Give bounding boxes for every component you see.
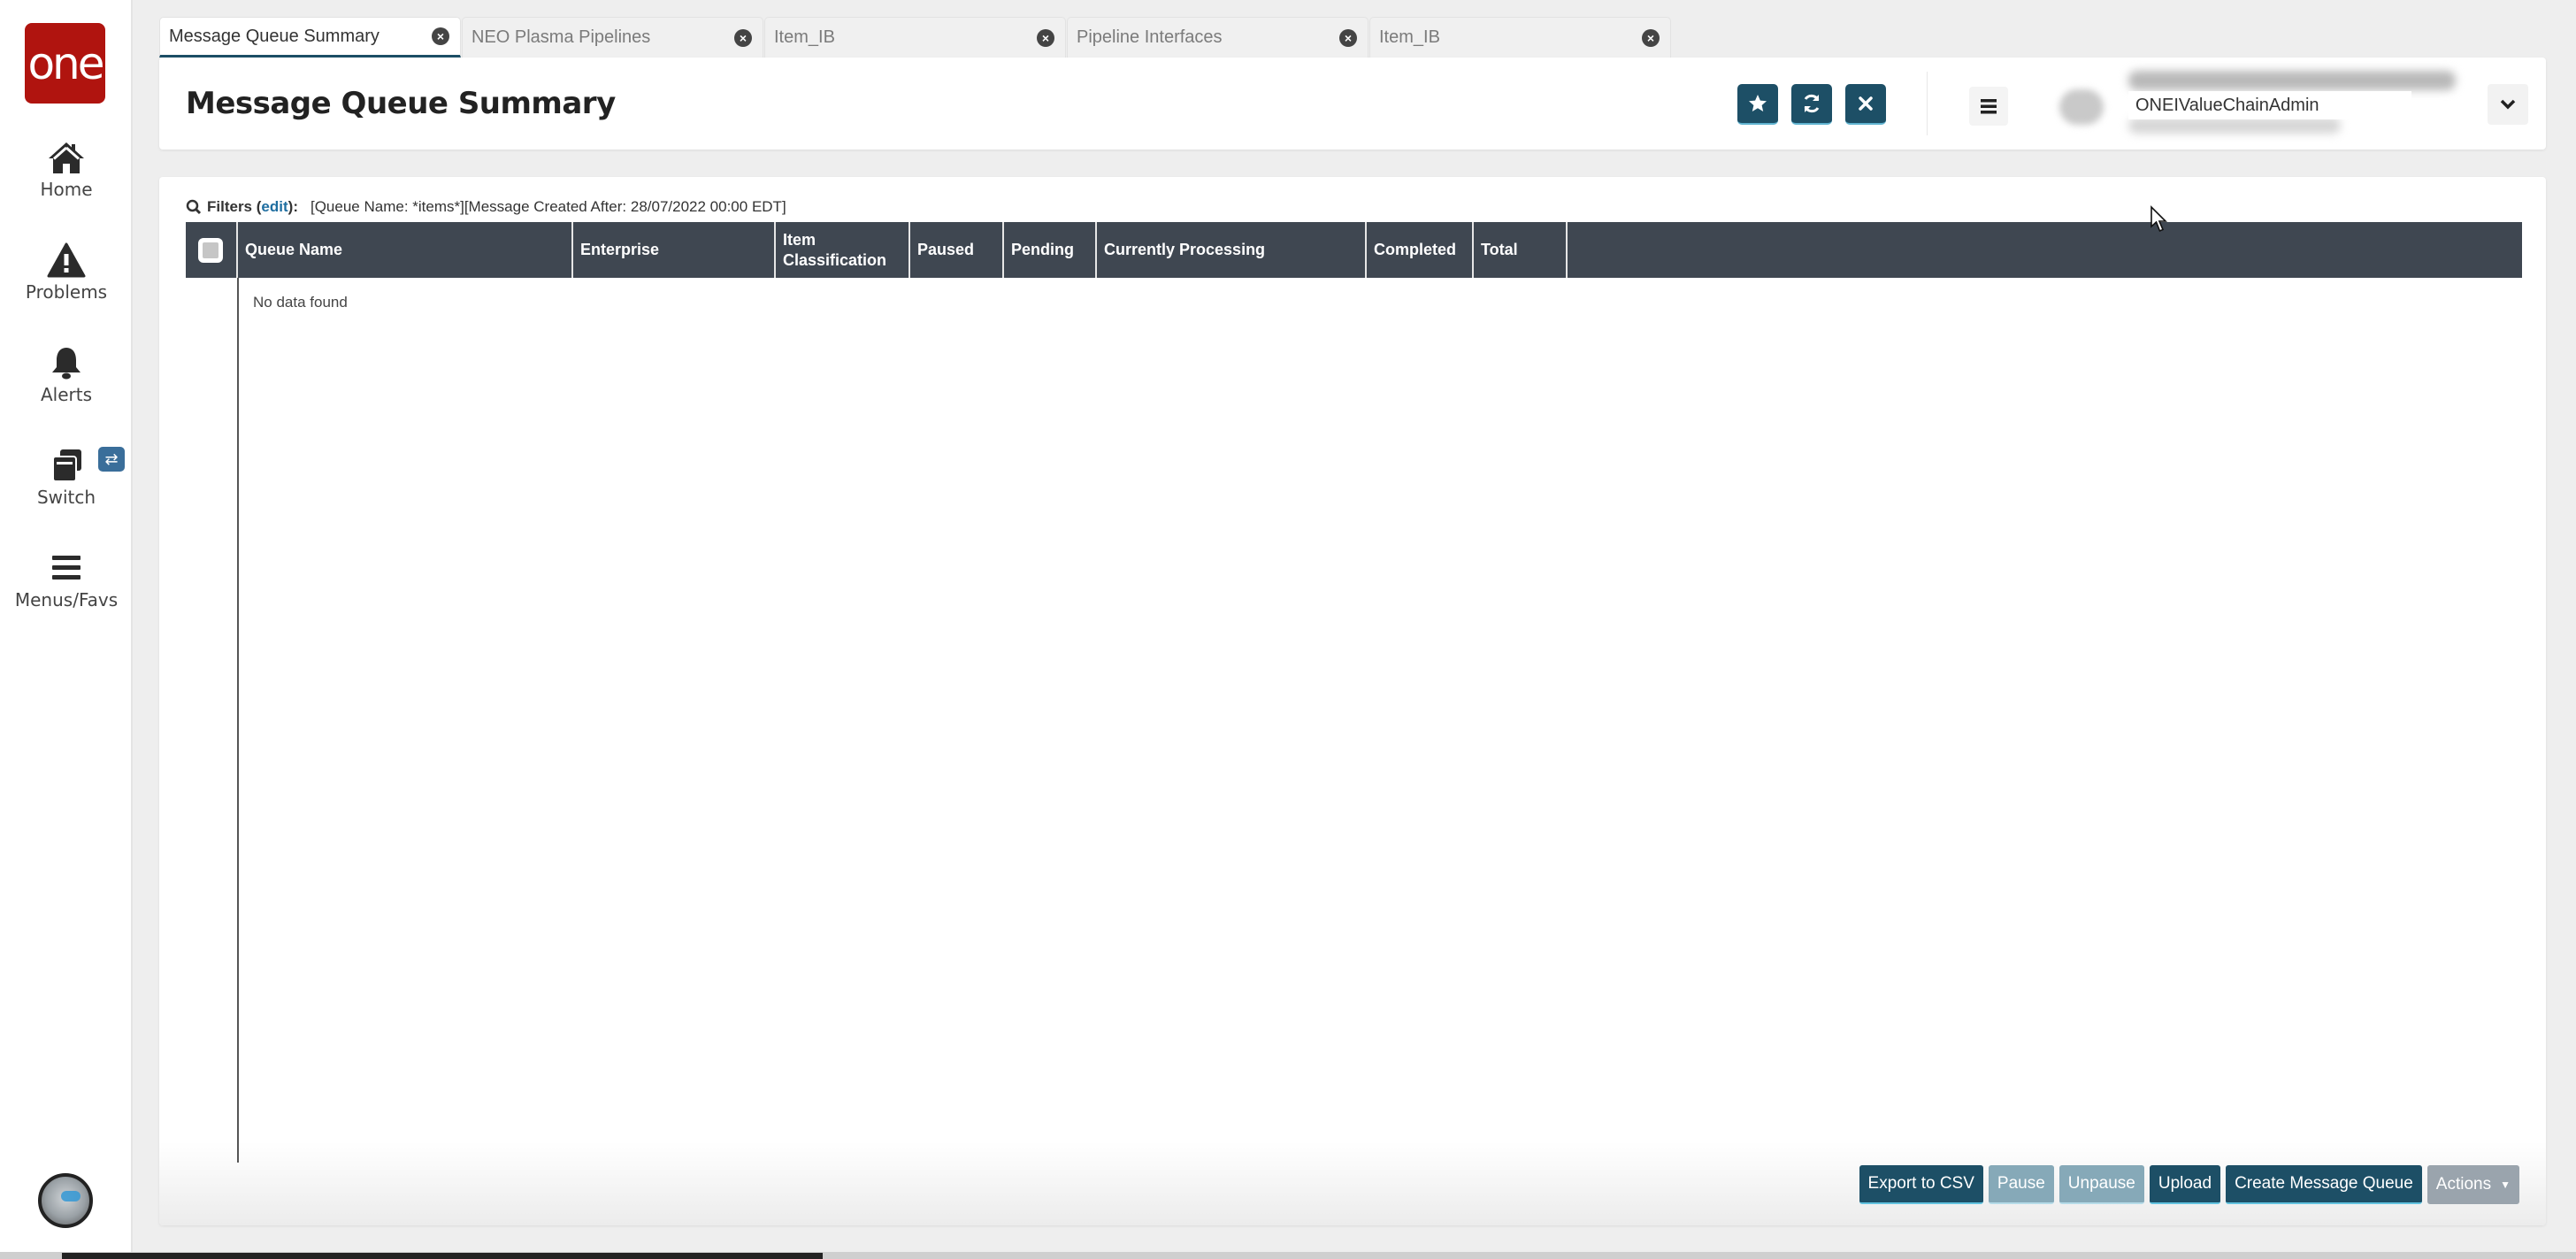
close-tab-icon[interactable]: × — [734, 28, 752, 47]
header-divider — [1927, 72, 1928, 135]
user-info-redacted — [2128, 118, 2341, 134]
tab-neo-plasma-pipelines[interactable]: NEO Plasma Pipelines × — [462, 17, 763, 58]
window-bottom-bar — [0, 1252, 2576, 1259]
pause-button[interactable]: Pause — [1988, 1165, 2054, 1204]
mouse-cursor-icon — [2150, 205, 2167, 233]
page-menu-button[interactable] — [1969, 87, 2008, 126]
tab-message-queue-summary[interactable]: Message Queue Summary × — [159, 17, 461, 58]
tab-pipeline-interfaces[interactable]: Pipeline Interfaces × — [1067, 17, 1368, 58]
chevron-down-icon — [2500, 99, 2516, 110]
one-logo[interactable]: one — [25, 23, 105, 104]
grid-row-divider — [237, 278, 239, 1163]
column-header-completed[interactable]: Completed — [1367, 222, 1474, 278]
sidebar-item-home[interactable]: Home — [0, 138, 133, 200]
star-icon — [1749, 95, 1767, 111]
column-header-item-classification[interactable]: Item Classification — [776, 222, 910, 278]
empty-grid-message: No data found — [253, 294, 348, 311]
column-header-currently-processing[interactable]: Currently Processing — [1097, 222, 1367, 278]
user-info-redacted — [2128, 71, 2456, 90]
tab-bar: Message Queue Summary × NEO Plasma Pipel… — [159, 17, 1672, 58]
search-icon — [186, 199, 202, 215]
edit-filters-link[interactable]: edit — [261, 198, 288, 215]
assistant-avatar-icon[interactable] — [38, 1173, 93, 1228]
tab-label: Pipeline Interfaces — [1077, 27, 1223, 47]
tab-item-ib-2[interactable]: Item_IB × — [1369, 17, 1671, 58]
refresh-icon — [1804, 94, 1820, 113]
column-header-enterprise[interactable]: Enterprise — [573, 222, 776, 278]
hamburger-icon — [52, 556, 80, 580]
actions-menu-button[interactable]: Actions ▼ — [2426, 1165, 2519, 1204]
tab-label: NEO Plasma Pipelines — [472, 27, 651, 47]
close-tab-icon[interactable]: × — [1037, 28, 1054, 47]
swap-arrows-icon[interactable]: ⇄ — [98, 447, 125, 472]
switch-icon — [52, 449, 81, 482]
sidebar-label: Menus/Favs — [14, 589, 119, 610]
column-header-total[interactable]: Total — [1474, 222, 1568, 278]
unpause-button[interactable]: Unpause — [2058, 1165, 2144, 1204]
upload-button[interactable]: Upload — [2149, 1165, 2221, 1204]
sidebar-label: Home — [40, 179, 93, 200]
create-message-queue-button[interactable]: Create Message Queue — [2226, 1165, 2422, 1204]
page-title: Message Queue Summary — [186, 86, 616, 121]
sidebar-item-alerts[interactable]: Alerts — [0, 343, 133, 405]
tab-label: Item_IB — [774, 27, 835, 47]
refresh-button[interactable] — [1791, 84, 1832, 125]
footer-actions: Export to CSV Pause Unpause Upload Creat… — [1859, 1165, 2519, 1204]
message-queue-panel: Filters (edit): [Queue Name: *items*][Me… — [159, 177, 2546, 1225]
user-avatar[interactable] — [2059, 89, 2104, 125]
export-csv-button[interactable]: Export to CSV — [1859, 1165, 1983, 1204]
user-menu-dropdown[interactable] — [2488, 84, 2528, 125]
filters-label: Filters (edit): — [207, 198, 298, 215]
column-header-pending[interactable]: Pending — [1004, 222, 1097, 278]
close-tab-icon[interactable]: × — [432, 27, 449, 45]
column-header-queue-name[interactable]: Queue Name — [238, 222, 573, 278]
caret-down-icon: ▼ — [2500, 1178, 2511, 1191]
close-page-button[interactable] — [1845, 84, 1886, 125]
taskbar-segment — [62, 1253, 823, 1259]
sidebar-label: Alerts — [40, 384, 93, 405]
column-header-filler — [1568, 222, 2522, 278]
hamburger-icon — [1981, 99, 1997, 114]
sidebar-label: Switch — [36, 487, 96, 508]
page-header: Message Queue Summary ONEIValueChainAdmi… — [159, 58, 2546, 150]
sidebar: one Home Problems Alerts Switch ⇄ Menus/… — [0, 0, 133, 1252]
tab-label: Item_IB — [1379, 27, 1440, 47]
select-all-cell — [186, 222, 238, 278]
tab-label: Message Queue Summary — [169, 26, 380, 46]
close-tab-icon[interactable]: × — [1642, 28, 1660, 47]
filters-value: [Queue Name: *items*][Message Created Af… — [310, 198, 786, 215]
select-all-checkbox[interactable] — [198, 237, 223, 263]
tab-item-ib[interactable]: Item_IB × — [764, 17, 1066, 58]
column-header-paused[interactable]: Paused — [910, 222, 1004, 278]
close-icon — [1859, 96, 1873, 111]
warning-icon — [47, 242, 86, 278]
sidebar-label: Problems — [25, 281, 108, 303]
grid-header: Queue Name Enterprise Item Classificatio… — [186, 222, 2522, 278]
home-icon — [49, 142, 84, 173]
sidebar-item-menus-favs[interactable]: Menus/Favs — [0, 549, 133, 610]
user-role-name[interactable]: ONEIValueChainAdmin — [2128, 91, 2411, 119]
favorite-button[interactable] — [1737, 84, 1778, 125]
bell-icon — [52, 348, 80, 380]
sidebar-item-problems[interactable]: Problems — [0, 241, 133, 303]
close-tab-icon[interactable]: × — [1339, 28, 1357, 47]
actions-label: Actions — [2435, 1175, 2492, 1194]
filter-summary: Filters (edit): [Queue Name: *items*][Me… — [186, 198, 786, 216]
